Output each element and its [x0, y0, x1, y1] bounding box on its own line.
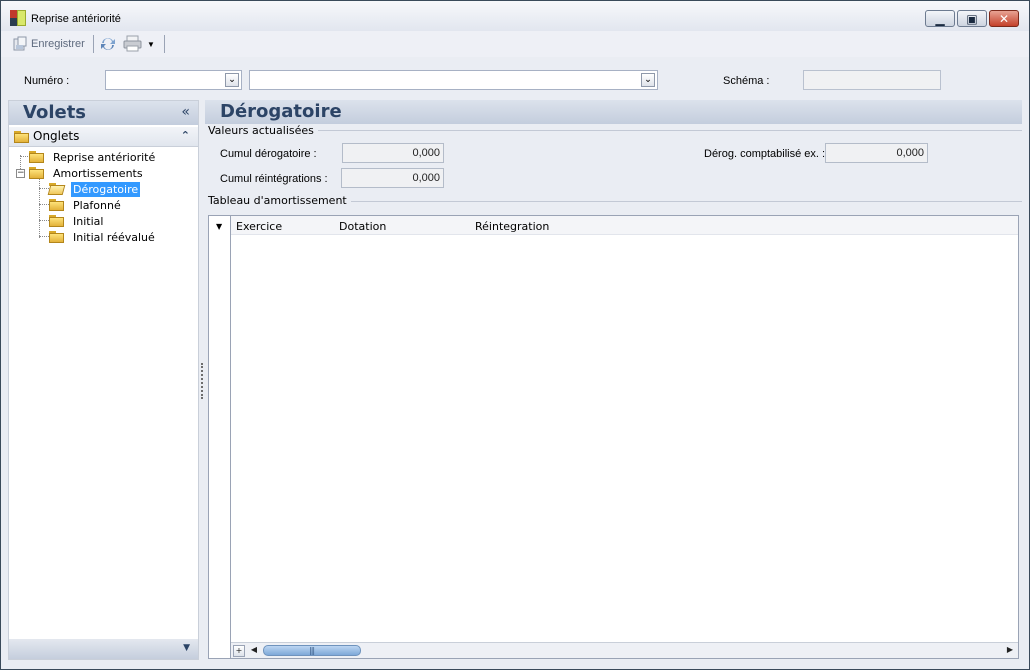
main-header: Dérogatoire — [205, 100, 1022, 124]
toolbar: Enregistrer ▼ — [1, 31, 1029, 57]
tree-connector — [39, 204, 49, 205]
tree-collapse-toggle[interactable]: − — [16, 169, 25, 178]
numero-combo[interactable]: ⌄ — [105, 70, 242, 90]
tree-item-initial[interactable]: Initial — [49, 213, 105, 229]
valeurs-group-title: Valeurs actualisées — [208, 124, 318, 137]
cumul-reintegrations-label: Cumul réintégrations : — [220, 173, 328, 185]
collapse-up-icon[interactable]: ⌃ — [181, 129, 190, 142]
add-row-button[interactable]: + — [233, 645, 245, 657]
column-chooser-icon[interactable]: ▼ — [216, 222, 222, 231]
derog-comptabilise-field[interactable]: 0,000 — [825, 143, 928, 163]
numero-description-combo[interactable]: ⌄ — [249, 70, 658, 90]
print-dropdown-button[interactable]: ▼ — [147, 35, 155, 53]
group-divider — [208, 130, 1022, 131]
title-bar[interactable]: Reprise antériorité ▁ ▣ ✕ — [1, 1, 1029, 31]
volets-pane: Volets « Onglets ⌃ Reprise antériorité −… — [8, 100, 199, 660]
printer-icon — [123, 35, 142, 52]
minimize-icon: ▁ — [935, 11, 945, 26]
column-header-exercice[interactable]: Exercice — [236, 220, 282, 233]
volets-title: Volets — [23, 102, 87, 123]
close-button[interactable]: ✕ — [989, 10, 1019, 27]
toolbar-separator — [93, 35, 94, 53]
amortissement-table[interactable]: Exercice Dotation Réintegration ▼ + ◀ ||… — [208, 215, 1019, 659]
row-selector-column: ▼ — [209, 216, 231, 658]
open-folder-icon — [47, 183, 66, 195]
numero-label: Numéro : — [24, 75, 70, 87]
folder-icon — [29, 151, 45, 163]
tree-item-plafonne[interactable]: Plafonné — [49, 197, 123, 213]
page-title: Dérogatoire — [220, 101, 342, 122]
tree-item-label: Reprise antériorité — [53, 150, 156, 164]
volets-footer[interactable]: ▼ — [9, 639, 198, 659]
folder-icon — [29, 167, 45, 179]
maximize-button[interactable]: ▣ — [957, 10, 987, 27]
refresh-icon — [101, 38, 115, 50]
app-icon — [10, 10, 26, 26]
scroll-left-button[interactable]: ◀ — [248, 645, 260, 657]
save-label: Enregistrer — [31, 38, 85, 50]
pane-splitter[interactable] — [201, 363, 204, 399]
volets-header: Volets « — [9, 101, 198, 125]
maximize-icon: ▣ — [966, 11, 978, 26]
tree-item-reprise-anteriorite[interactable]: Reprise antériorité — [29, 149, 157, 165]
tree-item-label: Dérogatoire — [71, 181, 141, 197]
column-header-reintegration[interactable]: Réintegration — [475, 220, 549, 233]
close-icon: ✕ — [998, 11, 1010, 26]
tree-item-amortissements[interactable]: Amortissements — [29, 165, 145, 181]
cumul-reintegrations-field[interactable]: 0,000 — [341, 168, 444, 188]
cumul-derogatoire-label: Cumul dérogatoire : — [220, 148, 317, 160]
tree-item-label: Amortissements — [53, 166, 143, 180]
tree-item-label: Initial — [73, 214, 104, 228]
folder-icon — [49, 215, 65, 227]
tree-item-derogatoire[interactable]: Dérogatoire — [47, 181, 141, 197]
tableau-group-title: Tableau d'amortissement — [208, 194, 351, 207]
cumul-derogatoire-field[interactable]: 0,000 — [342, 143, 444, 163]
print-button[interactable] — [123, 35, 143, 53]
table-footer: + ◀ ||| ▶ — [231, 642, 1018, 658]
refresh-button[interactable] — [99, 35, 117, 53]
save-button[interactable]: Enregistrer — [12, 35, 85, 53]
tree-connector — [39, 236, 49, 237]
double-chevron-down-icon[interactable]: ⌄ — [641, 73, 655, 87]
dropdown-arrow-icon: ▼ — [147, 39, 155, 49]
save-icon — [13, 36, 27, 51]
derog-comptabilise-label: Dérog. comptabilisé ex. : — [704, 148, 826, 160]
tree-item-label: Plafonné — [73, 198, 121, 212]
scroll-right-button[interactable]: ▶ — [1004, 645, 1016, 657]
dropdown-arrow-icon[interactable]: ▼ — [183, 643, 190, 653]
table-header: Exercice Dotation Réintegration — [209, 216, 1018, 235]
application-window: Reprise antériorité ▁ ▣ ✕ Enregistrer ▼ … — [0, 0, 1030, 670]
column-header-dotation[interactable]: Dotation — [339, 220, 386, 233]
horizontal-scroll-thumb[interactable]: ||| — [263, 645, 361, 656]
tree-item-label: Initial réévalué — [73, 230, 155, 244]
folder-icon — [14, 131, 30, 143]
folder-icon — [49, 231, 65, 243]
double-chevron-down-icon[interactable]: ⌄ — [225, 73, 239, 87]
toolbar-separator — [164, 35, 165, 53]
tree-connector — [39, 188, 49, 189]
onglets-title: Onglets — [33, 129, 80, 143]
onglets-section-header[interactable]: Onglets ⌃ — [9, 127, 198, 147]
window-title: Reprise antériorité — [31, 13, 121, 25]
schema-field[interactable] — [803, 70, 941, 90]
tree-connector — [39, 220, 49, 221]
tree-connector — [39, 177, 40, 238]
folder-icon — [49, 199, 65, 211]
tree-item-initial-reevalue[interactable]: Initial réévalué — [49, 229, 157, 245]
schema-label: Schéma : — [723, 75, 770, 87]
collapse-left-icon[interactable]: « — [181, 104, 190, 120]
minimize-button[interactable]: ▁ — [925, 10, 955, 27]
